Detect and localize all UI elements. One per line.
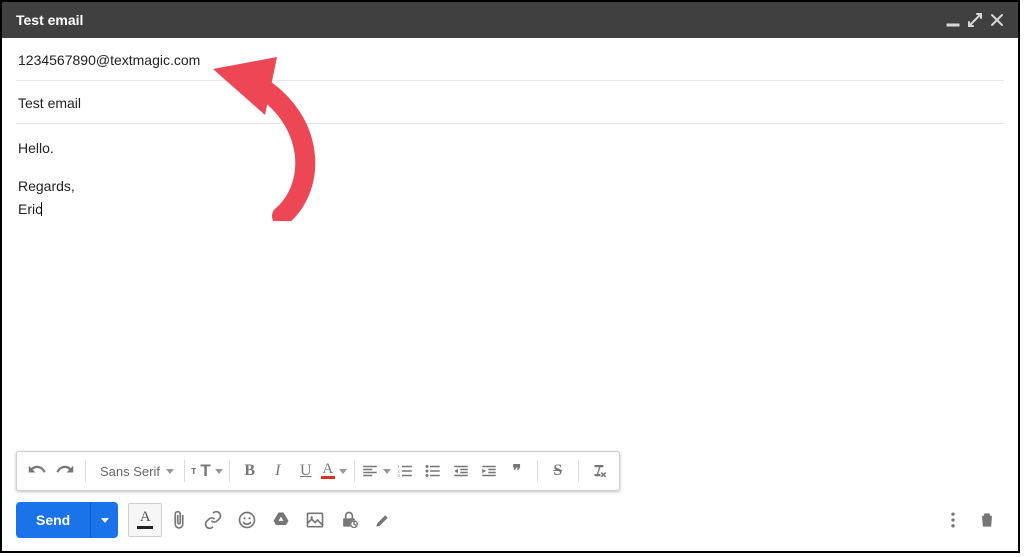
- titlebar: Test email: [2, 2, 1018, 38]
- attach-file-button[interactable]: [162, 503, 196, 537]
- confidential-mode-button[interactable]: [332, 503, 366, 537]
- subject-field[interactable]: Test email: [16, 81, 1004, 124]
- message-body[interactable]: Hello. Regards, Eric: [2, 124, 1018, 424]
- send-button[interactable]: Send: [16, 502, 90, 538]
- window-title: Test email: [16, 12, 942, 28]
- redo-button[interactable]: [51, 457, 79, 485]
- remove-formatting-button[interactable]: [585, 457, 613, 485]
- align-button[interactable]: [361, 457, 391, 485]
- chevron-down-icon: [383, 469, 391, 474]
- body-line: Hello.: [18, 138, 1002, 158]
- numbered-list-button[interactable]: 123: [391, 457, 419, 485]
- body-line: Eric: [18, 199, 1002, 219]
- close-icon[interactable]: [986, 9, 1008, 31]
- more-options-button[interactable]: [936, 503, 970, 537]
- insert-signature-button[interactable]: [366, 503, 400, 537]
- action-bar: Send A: [16, 501, 1004, 539]
- insert-drive-button[interactable]: [264, 503, 298, 537]
- body-line: Regards,: [18, 176, 1002, 196]
- indent-more-button[interactable]: [475, 457, 503, 485]
- send-group: Send: [16, 502, 118, 538]
- send-options-button[interactable]: [90, 502, 118, 538]
- to-field[interactable]: 1234567890@textmagic.com: [16, 38, 1004, 81]
- indent-less-button[interactable]: [447, 457, 475, 485]
- strikethrough-button[interactable]: S: [544, 457, 572, 485]
- chevron-down-icon: [166, 469, 174, 474]
- insert-emoji-button[interactable]: [230, 503, 264, 537]
- bulleted-list-button[interactable]: [419, 457, 447, 485]
- text-color-button[interactable]: A: [320, 457, 348, 485]
- chevron-down-icon: [339, 469, 347, 474]
- insert-photo-button[interactable]: [298, 503, 332, 537]
- toggle-formatting-button[interactable]: A: [128, 503, 162, 537]
- popout-icon[interactable]: [964, 9, 986, 31]
- discard-draft-button[interactable]: [970, 503, 1004, 537]
- undo-button[interactable]: [23, 457, 51, 485]
- svg-text:3: 3: [397, 473, 400, 478]
- header-fields: 1234567890@textmagic.com Test email: [2, 38, 1018, 124]
- font-family-select[interactable]: Sans Serif: [92, 464, 178, 479]
- compose-window: Test email 1234567890@textmagic.com Test…: [0, 0, 1020, 553]
- bold-button[interactable]: B: [236, 457, 264, 485]
- quote-button[interactable]: ❞: [503, 457, 531, 485]
- formatting-toolbar: Sans Serif т T B I U A 123 ❞ S: [16, 451, 620, 491]
- chevron-down-icon: [215, 469, 223, 474]
- insert-link-button[interactable]: [196, 503, 230, 537]
- chevron-down-icon: [101, 518, 109, 523]
- italic-button[interactable]: I: [264, 457, 292, 485]
- minimize-icon[interactable]: [942, 9, 964, 31]
- underline-button[interactable]: U: [292, 457, 320, 485]
- font-size-button[interactable]: т T: [191, 457, 223, 485]
